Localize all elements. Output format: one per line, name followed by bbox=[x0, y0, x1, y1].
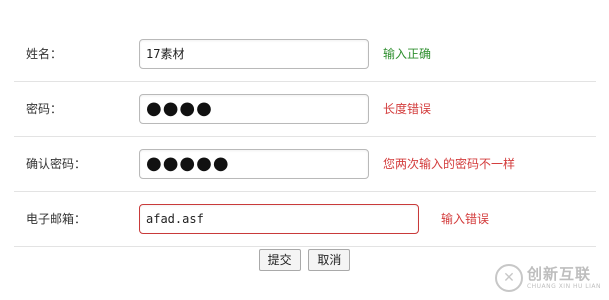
password-label: 密码： bbox=[26, 102, 63, 116]
confirm-password-input[interactable]: ●●●●● bbox=[139, 149, 369, 179]
name-label: 姓名： bbox=[26, 47, 63, 61]
watermark-cn: 创新互联 bbox=[526, 264, 591, 283]
watermark-text: 创新互联 CHUANG XIN HU LIAN bbox=[526, 264, 601, 290]
brand-logo-icon: ✕ bbox=[494, 264, 523, 292]
submit-button[interactable]: 提交 bbox=[258, 249, 301, 271]
cancel-button[interactable]: 取消 bbox=[308, 249, 351, 271]
name-validation-message: 输入正确 bbox=[383, 47, 432, 61]
password-validation-message: 长度错误 bbox=[383, 102, 432, 116]
password-row: 密码： ●●●● 长度错误 bbox=[14, 82, 596, 137]
email-input[interactable]: afad.asf bbox=[139, 204, 419, 234]
email-label: 电子邮箱： bbox=[26, 212, 87, 226]
email-validation-message: 输入错误 bbox=[441, 212, 490, 226]
watermark-en: CHUANG XIN HU LIAN bbox=[526, 282, 601, 290]
password-input[interactable]: ●●●● bbox=[139, 94, 369, 124]
confirm-password-row: 确认密码： ●●●●● 您两次输入的密码不一样 bbox=[14, 137, 596, 192]
name-row: 姓名： 17素材 输入正确 bbox=[14, 27, 596, 82]
confirm-password-label: 确认密码： bbox=[26, 157, 87, 171]
watermark: ✕ 创新互联 CHUANG XIN HU LIAN bbox=[494, 264, 601, 292]
registration-form: 姓名： 17素材 输入正确 密码： ●●●● 长度错误 确认密码： ●●●●● … bbox=[14, 27, 596, 247]
confirm-password-validation-message: 您两次输入的密码不一样 bbox=[383, 157, 516, 171]
email-row: 电子邮箱： afad.asf 输入错误 bbox=[14, 192, 596, 247]
name-input[interactable]: 17素材 bbox=[139, 39, 369, 69]
